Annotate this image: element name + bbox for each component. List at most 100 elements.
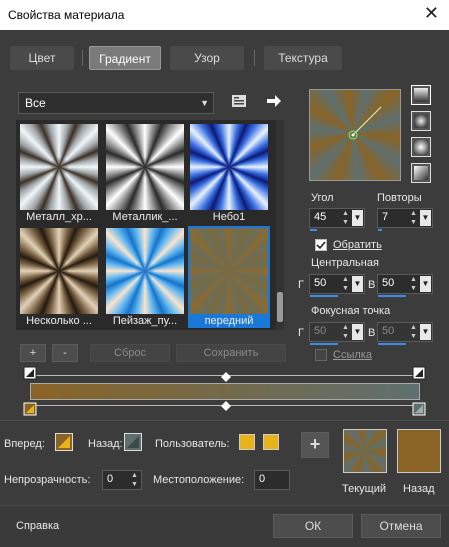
spin-arrows-icon[interactable]: ▲ ▼	[341, 275, 350, 293]
center-h-value: 50	[314, 277, 327, 289]
angle-spinner[interactable]: 45 ▲ ▼ ▼	[309, 208, 365, 231]
gallery-item-label: Металлик_...	[112, 211, 178, 223]
chevron-down-icon[interactable]: ▼	[352, 324, 363, 340]
chevron-down-icon[interactable]: ▼	[352, 210, 363, 226]
close-icon[interactable]: ✕	[424, 3, 439, 24]
repeats-value: 7	[382, 211, 389, 223]
opacity-stop-left-icon[interactable]	[23, 366, 39, 384]
spin-arrows-icon[interactable]: ▲ ▼	[341, 323, 350, 341]
gallery-item-foreground[interactable]: передний	[188, 226, 270, 328]
user-color-swatch[interactable]	[239, 434, 255, 450]
chevron-down-icon[interactable]: ▼	[420, 210, 431, 226]
save-gradient-button[interactable]: Сохранить	[176, 344, 286, 362]
opacity-value: 0	[107, 473, 114, 485]
invert-label[interactable]: Обратить	[333, 239, 382, 251]
center-h-level-bar	[310, 295, 338, 297]
rectangular-style-icon	[414, 114, 428, 128]
tab-pattern[interactable]: Узор	[170, 46, 244, 70]
opacity-stop-right-icon[interactable]	[412, 366, 428, 384]
color-stop-left-icon[interactable]	[23, 400, 39, 418]
gallery-item-sky[interactable]: Небо1	[188, 122, 270, 224]
ok-button[interactable]: ОК	[273, 514, 353, 538]
gallery-item-label: Несколько ...	[26, 315, 92, 327]
focal-h-label: Г	[298, 327, 304, 339]
back-preview[interactable]	[397, 429, 441, 473]
opacity-spinner[interactable]: 0 ▲ ▼	[102, 470, 142, 490]
focal-h-spinner[interactable]: 50 ▲ ▼ ▼	[309, 322, 365, 345]
chevron-down-icon[interactable]: ▼	[420, 276, 431, 292]
spin-arrows-icon[interactable]: ▲ ▼	[409, 209, 418, 227]
backward-color-icon[interactable]	[124, 433, 142, 451]
tab-texture[interactable]: Текстура	[264, 46, 342, 70]
tab-color[interactable]: Цвет	[10, 46, 74, 70]
focal-v-spinner[interactable]: 50 ▲ ▼ ▼	[377, 322, 433, 345]
radial-style-button[interactable]	[411, 137, 431, 157]
focal-h-value: 50	[314, 325, 327, 337]
center-h-spinner[interactable]: 50 ▲ ▼ ▼	[309, 274, 365, 297]
gallery-item-landscape[interactable]: Пейзаж_пу...	[104, 226, 186, 328]
checkmark-icon	[316, 241, 326, 250]
center-v-label: В	[368, 279, 376, 291]
category-select[interactable]: Все ▼	[18, 92, 214, 114]
gallery-thumbnail	[106, 228, 184, 314]
location-spinner[interactable]: 0	[254, 470, 290, 490]
arrow-right-icon[interactable]	[266, 94, 282, 108]
color-midpoint-icon[interactable]	[221, 401, 231, 411]
window-title: Свойства материала	[8, 8, 125, 22]
backward-label: Назад:	[88, 438, 123, 450]
gallery-item-metal-chrome[interactable]: Металл_хр...	[18, 122, 100, 224]
center-v-value: 50	[382, 277, 395, 289]
gallery-item-label: Небо1	[212, 211, 246, 223]
spin-arrows-icon[interactable]: ▲ ▼	[409, 275, 418, 293]
gradient-bar[interactable]	[30, 383, 420, 400]
spin-arrows-icon[interactable]: ▲ ▼	[341, 209, 350, 227]
location-label: Местоположение:	[153, 474, 245, 486]
tab-separator	[254, 50, 255, 66]
repeats-spinner[interactable]: 7 ▲ ▼ ▼	[377, 208, 433, 231]
opacity-label: Непрозрачность:	[4, 474, 91, 486]
scrollbar-thumb[interactable]	[277, 292, 283, 322]
rectangular-style-button[interactable]	[411, 111, 431, 131]
invert-checkbox[interactable]	[315, 239, 327, 251]
angle-handle-icon[interactable]	[309, 89, 401, 181]
center-label: Центральная	[311, 257, 379, 269]
spin-arrows-icon[interactable]: ▲ ▼	[409, 323, 418, 341]
radial-style-icon	[414, 140, 428, 154]
remove-gradient-button[interactable]: -	[52, 344, 78, 362]
current-label: Текущий	[342, 483, 386, 495]
center-h-label: Г	[298, 279, 304, 291]
cancel-button[interactable]: Отмена	[361, 514, 441, 538]
gallery-scrollbar[interactable]	[276, 120, 284, 330]
library-icon[interactable]	[231, 93, 247, 109]
center-v-spinner[interactable]: 50 ▲ ▼ ▼	[377, 274, 433, 297]
link-checkbox[interactable]	[315, 349, 327, 361]
angle-value: 45	[314, 211, 327, 223]
help-link[interactable]: Справка	[16, 520, 59, 532]
back-label: Назад	[403, 483, 435, 495]
gallery-item-label: передний	[204, 315, 254, 327]
chevron-down-icon[interactable]: ▼	[420, 324, 431, 340]
sunburst-style-button[interactable]	[411, 163, 431, 183]
add-gradient-button[interactable]: +	[20, 344, 46, 362]
gallery-item-several[interactable]: Несколько ...	[18, 226, 100, 328]
spin-arrows-icon[interactable]: ▲ ▼	[130, 471, 139, 489]
repeats-label: Повторы	[377, 192, 422, 204]
tab-gradient[interactable]: Градиент	[89, 46, 161, 70]
focal-label: Фокусная точка	[311, 305, 391, 317]
category-value: Все	[25, 96, 46, 110]
forward-color-icon[interactable]	[55, 433, 73, 451]
center-v-level-bar	[378, 295, 406, 297]
gallery-thumbnail	[20, 124, 98, 210]
chevron-down-icon[interactable]: ▼	[352, 276, 363, 292]
add-to-current-button[interactable]: +	[301, 432, 329, 458]
repeats-level-bar	[378, 229, 382, 231]
reset-button[interactable]: Сброс	[90, 344, 170, 362]
current-preview[interactable]	[343, 429, 387, 473]
sunburst-style-icon	[414, 166, 428, 180]
link-label[interactable]: Ссылка	[333, 349, 372, 361]
user-color-swatch-2[interactable]	[263, 434, 279, 450]
color-stop-right-icon[interactable]	[412, 400, 428, 418]
opacity-midpoint-icon[interactable]	[221, 372, 231, 382]
gallery-item-metallic[interactable]: Металлик_...	[104, 122, 186, 224]
linear-style-button[interactable]	[411, 85, 431, 105]
